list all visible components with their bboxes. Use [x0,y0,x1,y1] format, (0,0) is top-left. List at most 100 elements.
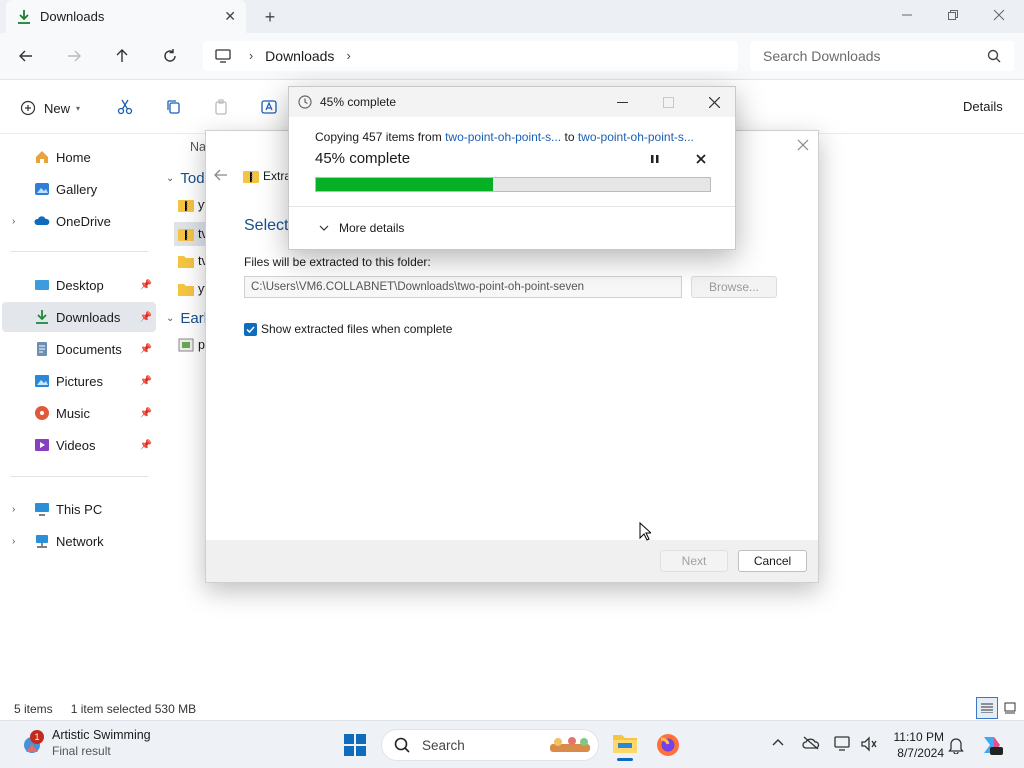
pause-icon[interactable] [650,154,660,164]
back-arrow-icon[interactable] [214,169,228,181]
new-label: New [44,100,71,116]
progress-bar [315,177,711,192]
taskbar-search[interactable]: Search [381,729,599,761]
copilot-icon[interactable] [980,733,1004,757]
list-item[interactable]: tv [178,254,208,268]
sidebar-item-network[interactable]: › Network [2,526,156,556]
cloud-offline-icon[interactable] [802,736,820,750]
tiles-view-button[interactable] [1000,697,1020,719]
sidebar-item-pictures[interactable]: Pictures 📌 [2,366,156,396]
details-view-button[interactable] [976,697,998,719]
wizard-heading: Select [244,217,289,234]
cancel-copy-icon[interactable] [696,154,706,164]
breadcrumb-downloads[interactable]: Downloads [265,48,334,64]
videos-icon [34,437,50,453]
copy-icon[interactable] [165,99,181,115]
chevron-right-icon[interactable]: › [12,504,15,515]
computer-icon [34,501,50,517]
pin-icon[interactable]: 📌 [140,408,152,419]
close-window-button[interactable] [976,0,1022,30]
mouse-cursor-icon [639,522,651,541]
pin-icon[interactable]: 📌 [140,312,152,323]
clock-date: 8/7/2024 [897,746,944,760]
sidebar-item-downloads[interactable]: Downloads 📌 [2,302,156,332]
progress-window-title: 45% complete [320,95,397,109]
show-files-label: Show extracted files when complete [261,322,453,336]
pin-icon[interactable]: 📌 [140,376,152,387]
chevron-right-icon[interactable]: › [12,216,15,227]
firefox-icon[interactable] [656,733,680,757]
destination-link[interactable]: two-point-oh-point-s... [578,130,694,144]
clock[interactable]: 11:10 PM 8/7/2024 [884,729,944,761]
back-button[interactable] [10,41,42,71]
chevron-up-icon[interactable] [772,738,784,746]
show-files-checkbox-row[interactable]: Show extracted files when complete [244,322,452,336]
sidebar-item-gallery[interactable]: Gallery [2,174,156,204]
widgets-button[interactable]: 1 Artistic Swimming Final result [20,727,151,759]
pin-icon[interactable]: 📌 [140,440,152,451]
volume-muted-icon[interactable] [860,736,878,752]
close-icon[interactable] [797,139,809,151]
tab-downloads[interactable]: Downloads ✕ [6,0,246,33]
sidebar-item-home[interactable]: Home [2,142,156,172]
sidebar-item-label: Desktop [56,277,104,293]
sidebar-item-music[interactable]: Music 📌 [2,398,156,428]
close-button[interactable] [699,87,729,117]
sidebar-item-this-pc[interactable]: › This PC [2,494,156,524]
sidebar-item-label: This PC [56,501,103,517]
more-details-toggle[interactable]: More details [319,221,404,235]
checkbox-checked-icon[interactable] [244,322,257,336]
maximize-button[interactable] [653,87,683,117]
list-item[interactable]: yt [178,282,208,296]
weather-sports-icon: 1 [20,730,44,756]
copy-prefix: Copying 457 items from [315,130,442,144]
paste-icon[interactable] [213,99,229,115]
list-item[interactable]: p [178,338,205,352]
rename-icon[interactable] [261,99,277,115]
forward-button[interactable] [58,41,90,71]
group-earlier[interactable]: ⌄ Earl [166,310,207,327]
sidebar-item-videos[interactable]: Videos 📌 [2,430,156,460]
group-label: Earl [180,310,208,327]
refresh-button[interactable] [154,41,186,71]
minimize-button[interactable] [884,0,930,30]
navigation-pane: Home Gallery › OneDrive Desktop 📌 Downlo… [0,134,160,694]
list-item[interactable]: tv [174,222,208,246]
destination-path-field[interactable]: C:\Users\VM6.COLLABNET\Downloads\two-poi… [244,276,682,298]
breadcrumb[interactable]: › Downloads › [203,41,738,71]
download-icon [34,309,50,325]
next-button[interactable]: Next [660,550,728,572]
close-tab-icon[interactable]: ✕ [224,8,236,25]
restore-button[interactable] [930,0,976,30]
clock-icon [298,95,312,109]
new-button[interactable]: New ▾ [20,98,80,118]
cancel-button[interactable]: Cancel [738,550,807,572]
details-button[interactable]: Details [963,99,1003,114]
sidebar-item-label: Downloads [56,309,121,325]
cut-icon[interactable] [117,99,133,115]
start-button[interactable] [344,734,366,756]
file-explorer-taskbar-icon[interactable] [612,731,638,761]
search-input[interactable]: Search Downloads [750,41,1014,71]
group-today[interactable]: ⌄ Tod [166,170,205,187]
pin-icon[interactable]: 📌 [140,280,152,291]
new-tab-button[interactable]: + [258,6,282,28]
pin-icon[interactable]: 📌 [140,344,152,355]
source-link[interactable]: two-point-oh-point-s... [445,130,561,144]
browse-button[interactable]: Browse... [691,276,777,298]
minimize-button[interactable] [607,87,637,117]
network-status-icon[interactable] [834,736,852,752]
copy-to: to [564,130,575,144]
plus-circle-icon [20,100,36,116]
sidebar-item-label: Home [56,149,91,165]
chevron-right-icon[interactable]: › [12,536,15,547]
list-item[interactable]: yt [178,198,208,212]
active-indicator [617,758,633,761]
sidebar-item-documents[interactable]: Documents 📌 [2,334,156,364]
sidebar-item-onedrive[interactable]: › OneDrive [2,206,156,236]
progress-headline: 45% complete [315,150,411,167]
column-header-name[interactable]: Na [190,140,206,154]
notification-bell-icon[interactable] [948,736,964,754]
up-button[interactable] [106,41,138,71]
sidebar-item-desktop[interactable]: Desktop 📌 [2,270,156,300]
